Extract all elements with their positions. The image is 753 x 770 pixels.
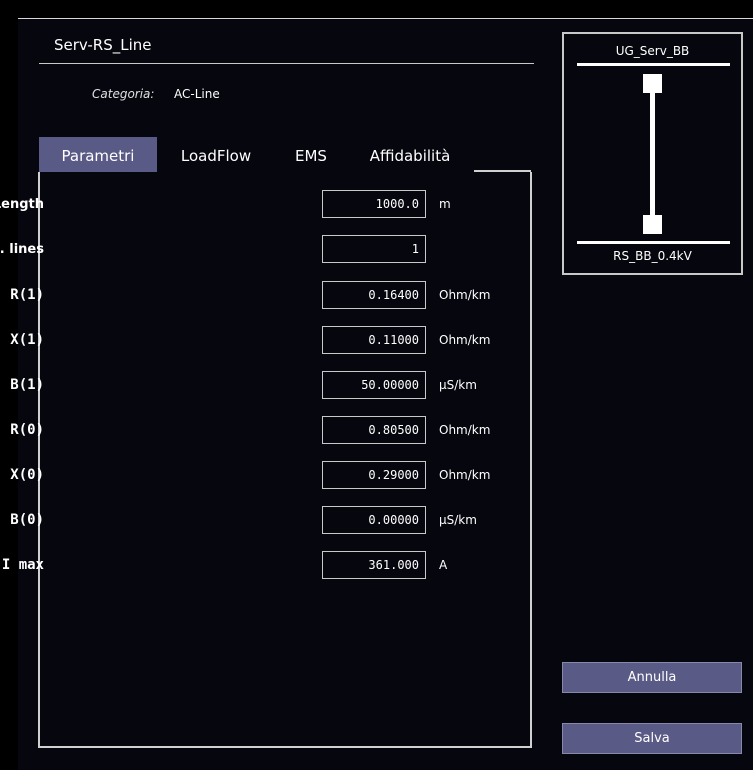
top-bus-label: UG_Serv_BB [615, 44, 690, 58]
bottom-connection-node [643, 215, 662, 234]
line-diagram: UG_Serv_BB RS_BB_0.4kV [562, 32, 743, 275]
param-unit-x0: Ohm/km [439, 468, 491, 482]
param-label-r1: R(1) [10, 287, 44, 303]
param-unit-imax: A [439, 558, 448, 572]
param-unit-x1: Ohm/km [439, 333, 491, 347]
parametri-panel: Length m N. lines R(1) Ohm/km X(1) Ohm/k… [0, 172, 532, 748]
tab-ems[interactable]: EMS [282, 137, 340, 172]
param-label-b1: B(1) [10, 377, 44, 393]
line-conductor [650, 92, 655, 215]
param-label-b0: B(0) [10, 512, 44, 528]
param-label-r0: R(0) [10, 422, 44, 438]
cancel-button[interactable]: Annulla [562, 662, 742, 693]
param-label-x1: X(1) [10, 332, 44, 348]
nlines-input[interactable] [322, 235, 426, 263]
tab-loadflow[interactable]: LoadFlow [161, 137, 271, 172]
param-unit-r0: Ohm/km [439, 423, 491, 437]
tab-affidabilita[interactable]: Affidabilità [352, 137, 468, 172]
param-unit-length: m [439, 197, 451, 211]
x1-input[interactable] [322, 326, 426, 354]
param-label-x0: X(0) [10, 467, 44, 483]
param-label-nlines: N. lines [0, 242, 44, 257]
param-unit-r1: Ohm/km [439, 288, 491, 302]
param-unit-b0: µS/km [439, 513, 477, 527]
title-divider [39, 63, 534, 64]
top-busbar [577, 63, 730, 66]
r0-input[interactable] [322, 416, 426, 444]
b1-input[interactable] [322, 371, 426, 399]
tab-parametri[interactable]: Parametri [39, 137, 157, 172]
save-button[interactable]: Salva [562, 723, 742, 754]
bottom-busbar [577, 241, 730, 244]
categoria-value: AC-Line [174, 87, 220, 101]
bottom-bus-label: RS_BB_0.4kV [613, 249, 692, 263]
x0-input[interactable] [322, 461, 426, 489]
element-title: Serv-RS_Line [54, 36, 152, 54]
b0-input[interactable] [322, 506, 426, 534]
r1-input[interactable] [322, 281, 426, 309]
param-label-length: Length [0, 197, 44, 212]
imax-input[interactable] [322, 551, 426, 579]
top-connection-node [643, 74, 662, 93]
param-unit-b1: µS/km [439, 378, 477, 392]
param-label-imax: I max [1, 557, 44, 573]
categoria-label: Categoria: [92, 87, 155, 101]
length-input[interactable] [322, 190, 426, 218]
